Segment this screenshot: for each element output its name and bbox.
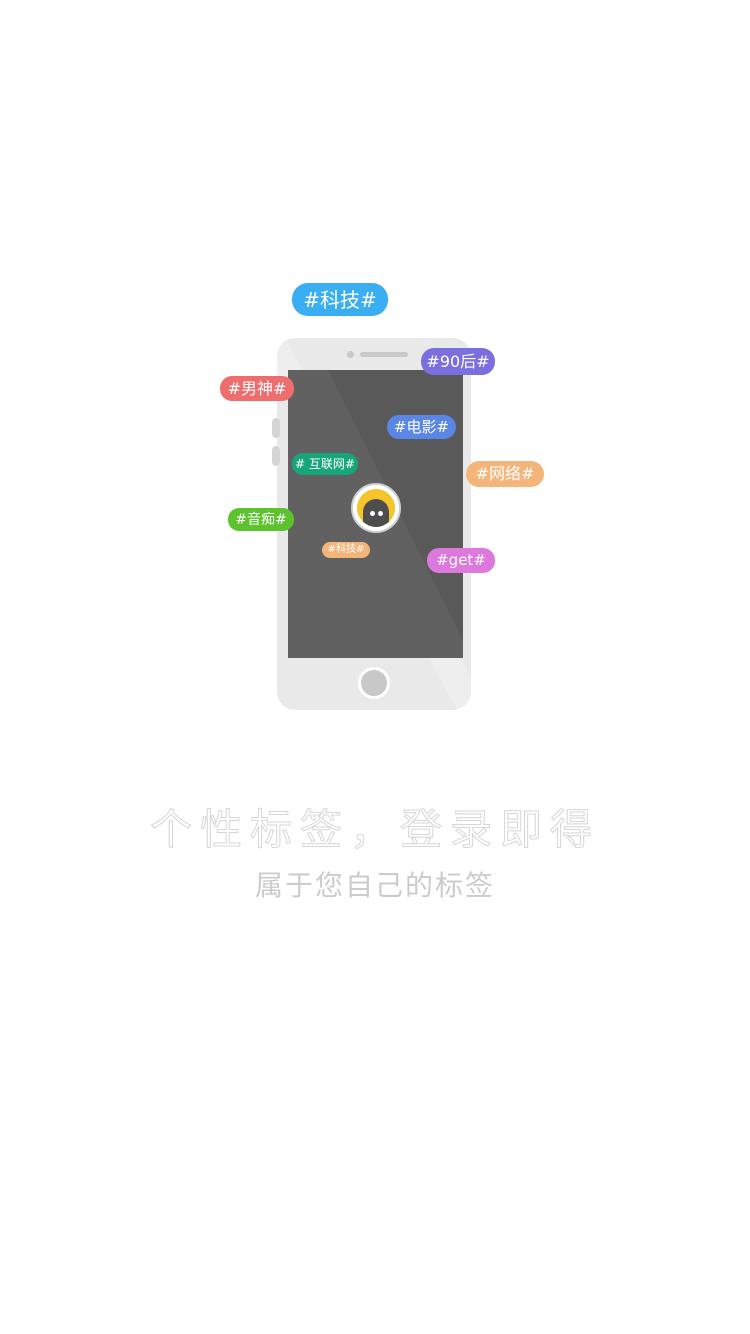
phone-side-button-2 [272,418,280,438]
tag-keji-large: #科技# [292,283,388,316]
avatar-icon [351,483,401,533]
onboarding-title: 个性标签，登录即得 [149,805,600,855]
phone-side-button-3 [272,446,280,466]
tag-keji-small: #科技# [322,542,370,558]
tag-90hou: #90后# [421,348,495,375]
tag-dianying: #电影# [387,415,456,439]
phone-camera [347,351,354,358]
tag-get: #get# [427,548,495,573]
onboarding-illustration: #科技# #90后# #男神# #电影# # 互联网# #网络# #音痴# #科… [0,0,750,760]
tag-yinchi: #音痴# [228,508,294,531]
tag-wangluo: #网络# [466,461,544,487]
avatar-left-eye [370,511,375,516]
onboarding-subtitle: 属于您自己的标签 [254,869,495,902]
tag-hulianwang: # 互联网# [292,453,358,475]
phone-home-button [358,667,390,699]
tag-nanshen: #男神# [220,376,294,401]
avatar-right-eye [378,511,383,516]
phone-speaker [360,352,408,357]
